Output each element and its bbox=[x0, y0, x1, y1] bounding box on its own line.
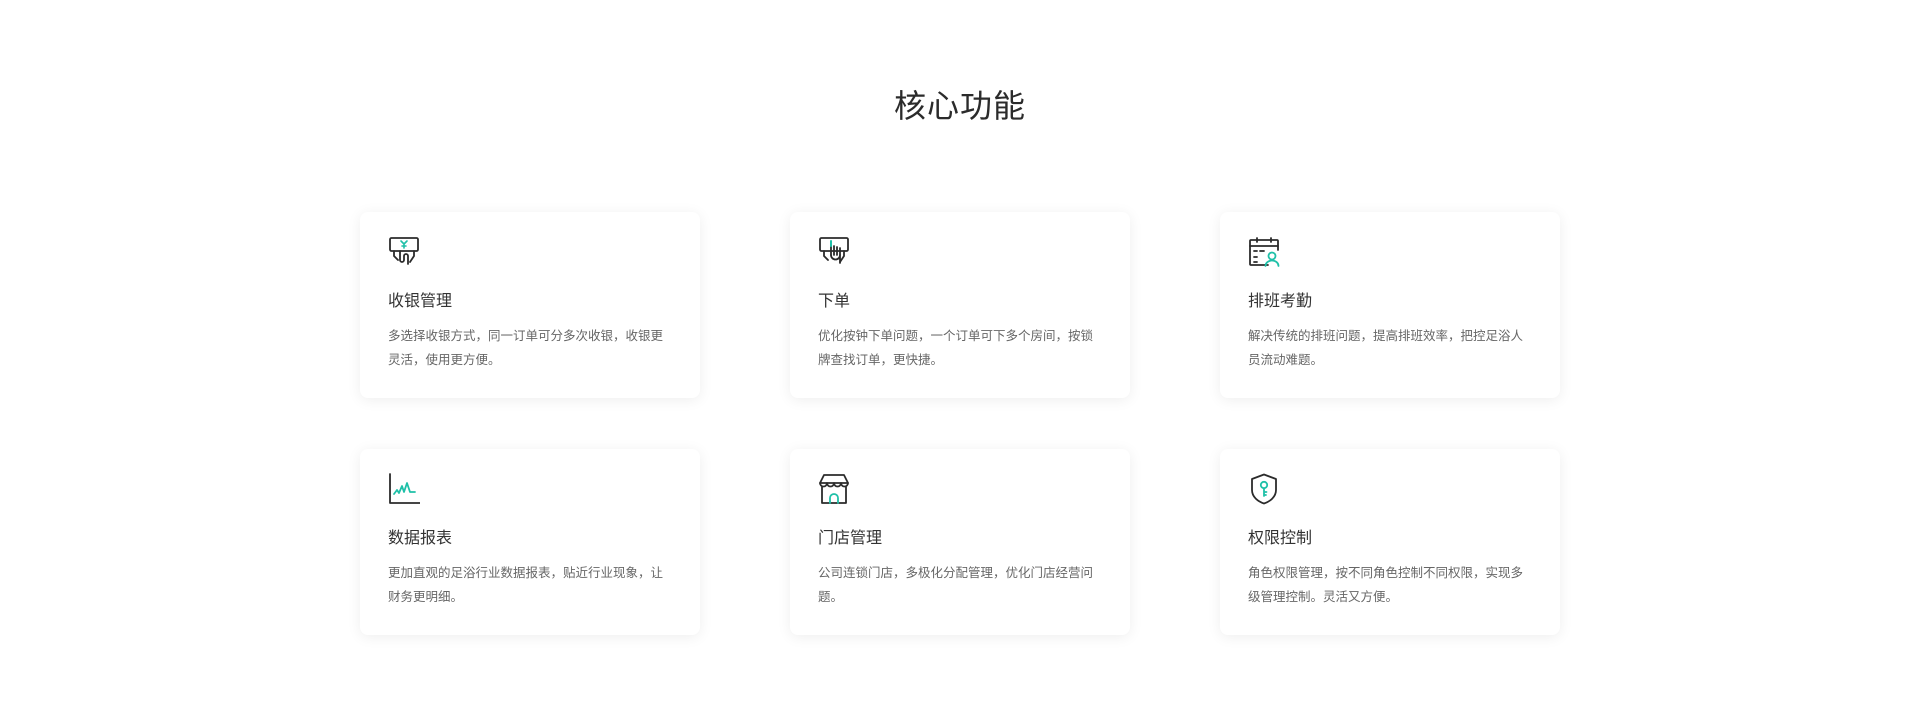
feature-title: 排班考勤 bbox=[1248, 291, 1313, 310]
section-title: 核心功能 bbox=[893, 87, 1026, 125]
feature-description: 公司连锁门店，多极化分配管理，优化门店经营问题。 bbox=[818, 565, 1094, 604]
feature-card-permission: 权限控制 角色权限管理，按不同角色控制不同权限，实现多级管理控制。灵活又方便。 bbox=[1220, 449, 1560, 635]
feature-title: 收银管理 bbox=[388, 291, 453, 310]
feature-description: 更加直观的足浴行业数据报表，贴近行业现象，让财务更明细。 bbox=[388, 565, 664, 604]
feature-card-schedule: 排班考勤 解决传统的排班问题，提高排班效率，把控足浴人员流动难题。 bbox=[1220, 212, 1560, 398]
feature-description: 多选择收银方式，同一订单可分多次收银，收银更灵活，使用更方便。 bbox=[388, 328, 664, 367]
cashier-hand-icon bbox=[388, 236, 420, 268]
feature-card-order: 下单 优化按钟下单问题，一个订单可下多个房间，按锁牌查找订单，更快捷。 bbox=[790, 212, 1130, 398]
feature-grid: 收银管理 多选择收银方式，同一订单可分多次收银，收银更灵活，使用更方便。 下单 … bbox=[360, 212, 1560, 635]
feature-card-report: 数据报表 更加直观的足浴行业数据报表，贴近行业现象，让财务更明细。 bbox=[360, 449, 700, 635]
store-icon bbox=[818, 473, 850, 505]
feature-card-store: 门店管理 公司连锁门店，多极化分配管理，优化门店经营问题。 bbox=[790, 449, 1130, 635]
feature-description: 角色权限管理，按不同角色控制不同权限，实现多级管理控制。灵活又方便。 bbox=[1248, 565, 1524, 604]
report-chart-icon bbox=[388, 473, 420, 505]
feature-title: 门店管理 bbox=[818, 528, 883, 547]
feature-card-cashier: 收银管理 多选择收银方式，同一订单可分多次收银，收银更灵活，使用更方便。 bbox=[360, 212, 700, 398]
shield-key-icon bbox=[1248, 473, 1280, 505]
feature-title: 数据报表 bbox=[388, 528, 453, 547]
feature-description: 解决传统的排班问题，提高排班效率，把控足浴人员流动难题。 bbox=[1248, 328, 1524, 367]
feature-title: 权限控制 bbox=[1248, 528, 1313, 547]
feature-title: 下单 bbox=[818, 291, 851, 310]
order-hand-icon bbox=[818, 236, 850, 268]
feature-description: 优化按钟下单问题，一个订单可下多个房间，按锁牌查找订单，更快捷。 bbox=[818, 328, 1094, 367]
schedule-attendance-icon bbox=[1248, 236, 1280, 268]
